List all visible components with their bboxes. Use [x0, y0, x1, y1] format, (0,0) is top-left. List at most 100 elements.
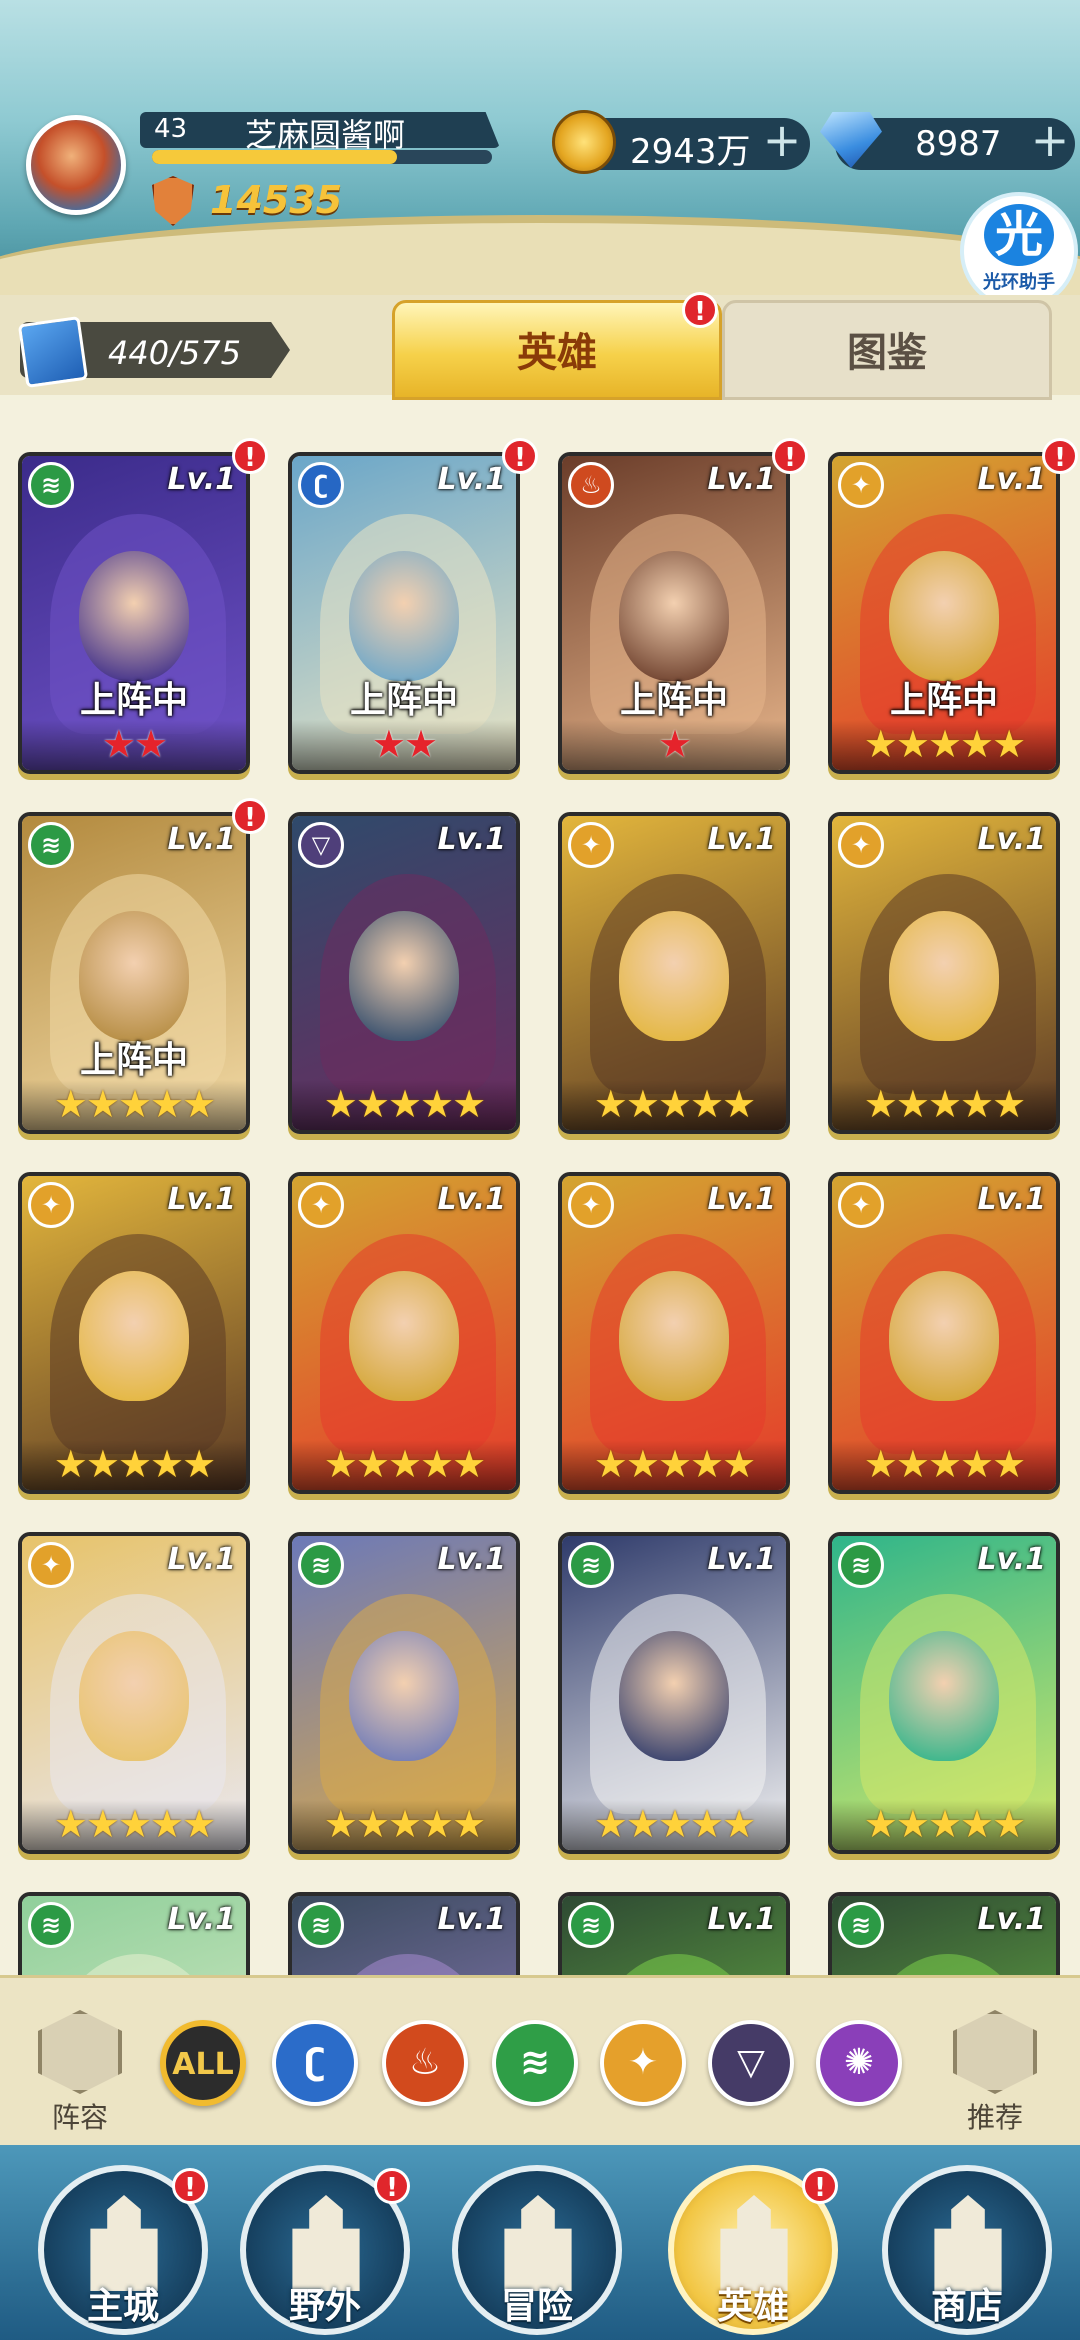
new-badge: ! — [1042, 438, 1078, 474]
star-icon: ★ — [992, 1082, 1026, 1126]
star-icon: ★ — [85, 1082, 120, 1126]
light-element-icon: ✦ — [298, 1182, 344, 1228]
add-gem-button[interactable]: + — [1030, 117, 1070, 163]
star-icon: ★ — [452, 1082, 486, 1126]
hero-level: Lv.1 — [167, 1542, 237, 1577]
star-icon: ★ — [182, 1802, 216, 1846]
water-element-icon: ʗ — [298, 462, 344, 508]
exp-bar-fill — [152, 150, 397, 164]
star-icon: ★ — [452, 1802, 486, 1846]
star-rating: ★★★★★ — [22, 1440, 246, 1490]
star-rating: ★★★★★ — [22, 1800, 246, 1850]
tab-heroes[interactable]: 英雄 — [392, 300, 722, 400]
player-avatar[interactable] — [26, 115, 126, 215]
star-icon: ★ — [593, 1082, 628, 1126]
hero-card[interactable]: ✦ Lv.1 ★★★★★ — [828, 1172, 1060, 1494]
star-icon: ★ — [657, 722, 692, 766]
filter-wind-button[interactable]: ≋ — [492, 2020, 578, 2106]
recommend-button[interactable]: 推荐 — [945, 2010, 1045, 2136]
hero-card[interactable]: ✦ Lv.1 ★★★★★ — [558, 812, 790, 1134]
hero-card[interactable]: ≋ Lv.1 ★★★★★ — [558, 1532, 790, 1854]
hero-face — [889, 1631, 999, 1761]
new-badge: ! — [232, 798, 268, 834]
hero-card[interactable]: ♨ Lv.1 上阵中 ★ — [558, 452, 790, 774]
star-icon: ★ — [895, 1442, 930, 1486]
hero-face — [349, 1631, 459, 1761]
hero-card[interactable]: ✦ Lv.1 ★★★★★ — [828, 812, 1060, 1134]
hero-card[interactable]: ✦ Lv.1 上阵中 ★★★★★ — [828, 452, 1060, 774]
card-icon — [17, 315, 89, 389]
hero-level: Lv.1 — [437, 822, 507, 857]
hero-card[interactable]: ✦ Lv.1 ★★★★★ — [18, 1172, 250, 1494]
star-icon: ★ — [722, 1082, 756, 1126]
filter-all-button[interactable]: ALL — [160, 2020, 246, 2106]
hero-level: Lv.1 — [707, 822, 777, 857]
star-rating: ★★★★★ — [562, 1080, 786, 1130]
hero-level: Lv.1 — [977, 822, 1047, 857]
add-gold-button[interactable]: + — [762, 117, 802, 163]
nav-2-button[interactable]: 冒险 — [452, 2165, 622, 2335]
star-rating: ★★★★★ — [832, 720, 1056, 770]
hero-card[interactable]: ≋ Lv.1 上阵中 ★★★★★ — [18, 812, 250, 1134]
helper-icon: 光 — [984, 204, 1054, 266]
star-icon: ★ — [182, 1442, 216, 1486]
star-rating: ★★★★★ — [832, 1080, 1056, 1130]
star-icon: ★ — [722, 1802, 756, 1846]
hero-card[interactable]: ✦ Lv.1 ★★★★★ — [18, 1532, 250, 1854]
hero-level: Lv.1 — [707, 1542, 777, 1577]
hero-level: Lv.1 — [437, 1182, 507, 1217]
filter-light-button[interactable]: ✦ — [600, 2020, 686, 2106]
hero-card[interactable]: ✦ Lv.1 ★★★★★ — [558, 1172, 790, 1494]
hero-card[interactable]: ≋ Lv.1 — [828, 1892, 1060, 1975]
hero-silhouette — [860, 1954, 1036, 1975]
star-icon: ★ — [895, 722, 930, 766]
hero-card[interactable]: ≋ Lv.1 — [558, 1892, 790, 1975]
new-badge: ! — [772, 438, 808, 474]
hero-card[interactable]: ▽ Lv.1 ★★★★★ — [288, 812, 520, 1134]
lineup-button[interactable]: 阵容 — [30, 2010, 130, 2136]
hero-level: Lv.1 — [977, 462, 1047, 497]
star-icon: ★ — [690, 1082, 724, 1126]
hero-card[interactable]: ≋ Lv.1 ★★★★★ — [288, 1532, 520, 1854]
star-icon: ★ — [85, 1802, 120, 1846]
halo-helper-button[interactable]: 光 光环助手 — [960, 192, 1078, 310]
hero-card[interactable]: ≋ Lv.1 ★★★★★ — [828, 1532, 1060, 1854]
hero-face — [619, 1631, 729, 1761]
nav-4-button[interactable]: 商店 — [882, 2165, 1052, 2335]
star-icon: ★ — [53, 1802, 88, 1846]
star-icon: ★ — [134, 722, 168, 766]
tab-codex[interactable]: 图鉴 — [722, 300, 1052, 400]
filter-dark-button[interactable]: ▽ — [708, 2020, 794, 2106]
wind-element-icon: ≋ — [298, 1902, 344, 1948]
star-icon: ★ — [927, 1802, 962, 1846]
hero-level: Lv.1 — [977, 1542, 1047, 1577]
filter-void-button[interactable]: ✺ — [816, 2020, 902, 2106]
new-badge: ! — [502, 438, 538, 474]
hero-card[interactable]: ≋ Lv.1 上阵中 ★★ — [18, 452, 250, 774]
star-icon: ★ — [625, 1802, 660, 1846]
filter-water-button[interactable]: ʗ — [272, 2020, 358, 2106]
filter-fire-button[interactable]: ♨ — [382, 2020, 468, 2106]
hero-card[interactable]: ✦ Lv.1 ★★★★★ — [288, 1172, 520, 1494]
star-icon: ★ — [182, 1082, 216, 1126]
hero-face — [619, 911, 729, 1041]
wind-element-icon: ≋ — [298, 1542, 344, 1588]
exp-bar — [152, 150, 492, 164]
star-icon: ★ — [323, 1082, 358, 1126]
hero-card[interactable]: ≋ Lv.1 — [18, 1892, 250, 1975]
star-rating: ★★★★★ — [292, 1080, 516, 1130]
hero-level: Lv.1 — [167, 1902, 237, 1937]
star-icon: ★ — [992, 722, 1026, 766]
thumbs-up-icon — [953, 2010, 1037, 2094]
star-icon: ★ — [960, 1802, 994, 1846]
hero-silhouette — [50, 1954, 226, 1975]
hero-level: Lv.1 — [167, 822, 237, 857]
light-element-icon: ✦ — [838, 1182, 884, 1228]
helper-label: 光环助手 — [983, 272, 1055, 293]
star-icon: ★ — [992, 1442, 1026, 1486]
hero-level: Lv.1 — [437, 1902, 507, 1937]
hero-card[interactable]: ≋ Lv.1 — [288, 1892, 520, 1975]
hero-card[interactable]: ʗ Lv.1 上阵中 ★★ — [288, 452, 520, 774]
star-icon: ★ — [387, 1802, 422, 1846]
star-icon: ★ — [150, 1802, 184, 1846]
